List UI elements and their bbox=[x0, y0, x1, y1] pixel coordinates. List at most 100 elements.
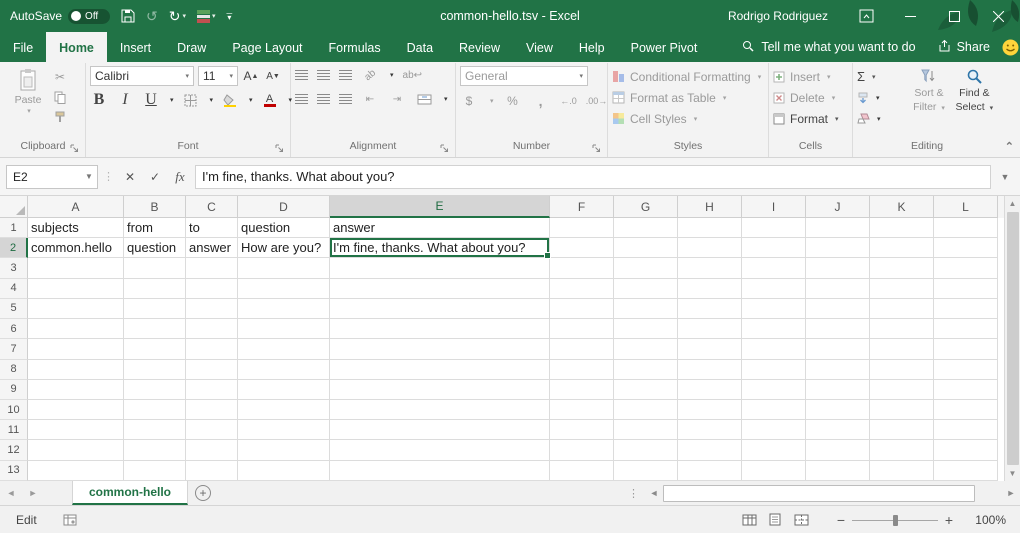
cell-L4[interactable] bbox=[934, 279, 998, 299]
cell-H13[interactable] bbox=[678, 461, 742, 481]
sort-filter-button[interactable]: Sort & Filter ▾ bbox=[906, 66, 951, 140]
cell-K11[interactable] bbox=[870, 420, 934, 440]
align-center-icon[interactable] bbox=[317, 94, 330, 104]
cell-E6[interactable] bbox=[330, 319, 550, 339]
cell-J6[interactable] bbox=[806, 319, 870, 339]
font-size-select[interactable]: 11▾ bbox=[198, 66, 238, 86]
cell-B3[interactable] bbox=[124, 258, 186, 278]
cell-I4[interactable] bbox=[742, 279, 806, 299]
font-dialog-launcher-icon[interactable] bbox=[275, 144, 285, 154]
bold-button[interactable]: B bbox=[90, 91, 108, 109]
cell-C10[interactable] bbox=[186, 400, 238, 420]
page-break-preview-icon[interactable] bbox=[790, 511, 812, 529]
cell-A6[interactable] bbox=[28, 319, 124, 339]
insert-function-button[interactable]: fx bbox=[170, 166, 190, 188]
decrease-indent-icon[interactable]: ⇤ bbox=[361, 90, 379, 108]
ribbon-tab-file[interactable]: File bbox=[0, 32, 46, 62]
undo-icon[interactable]: ↺ bbox=[146, 9, 158, 23]
vscroll-down-icon[interactable]: ▼ bbox=[1005, 466, 1020, 481]
cell-K1[interactable] bbox=[870, 218, 934, 238]
cell-B8[interactable] bbox=[124, 360, 186, 380]
cell-B2[interactable]: question bbox=[124, 238, 186, 258]
cell-G9[interactable] bbox=[614, 380, 678, 400]
cell-D11[interactable] bbox=[238, 420, 330, 440]
ribbon-tab-insert[interactable]: Insert bbox=[107, 32, 164, 62]
cell-H5[interactable] bbox=[678, 299, 742, 319]
add-sheet-button[interactable]: + bbox=[188, 481, 218, 505]
cell-D1[interactable]: question bbox=[238, 218, 330, 238]
align-top-icon[interactable] bbox=[295, 70, 308, 80]
cell-H7[interactable] bbox=[678, 339, 742, 359]
ribbon-tab-data[interactable]: Data bbox=[394, 32, 446, 62]
cell-B9[interactable] bbox=[124, 380, 186, 400]
cell-J12[interactable] bbox=[806, 440, 870, 460]
expand-formula-bar-icon[interactable]: ▼ bbox=[996, 172, 1014, 182]
cell-C4[interactable] bbox=[186, 279, 238, 299]
column-header-D[interactable]: D bbox=[238, 196, 330, 218]
cell-G8[interactable] bbox=[614, 360, 678, 380]
increase-font-size-icon[interactable]: A▲ bbox=[242, 67, 260, 85]
cell-D4[interactable] bbox=[238, 279, 330, 299]
cell-E10[interactable] bbox=[330, 400, 550, 420]
cell-D7[interactable] bbox=[238, 339, 330, 359]
cell-F12[interactable] bbox=[550, 440, 614, 460]
cell-K7[interactable] bbox=[870, 339, 934, 359]
cell-B10[interactable] bbox=[124, 400, 186, 420]
cell-K4[interactable] bbox=[870, 279, 934, 299]
cell-L12[interactable] bbox=[934, 440, 998, 460]
cell-L10[interactable] bbox=[934, 400, 998, 420]
cell-H12[interactable] bbox=[678, 440, 742, 460]
cell-J2[interactable] bbox=[806, 238, 870, 258]
align-bottom-icon[interactable] bbox=[339, 70, 352, 80]
cell-A11[interactable] bbox=[28, 420, 124, 440]
merge-center-icon[interactable] bbox=[415, 90, 433, 108]
vscroll-up-icon[interactable]: ▲ bbox=[1005, 196, 1020, 211]
ribbon-tab-home[interactable]: Home bbox=[46, 32, 107, 62]
row-header-8[interactable]: 8 bbox=[0, 360, 28, 380]
cell-J3[interactable] bbox=[806, 258, 870, 278]
cell-F4[interactable] bbox=[550, 279, 614, 299]
row-header-2[interactable]: 2 bbox=[0, 238, 28, 258]
cell-I2[interactable] bbox=[742, 238, 806, 258]
cell-G11[interactable] bbox=[614, 420, 678, 440]
cell-A3[interactable] bbox=[28, 258, 124, 278]
cell-A4[interactable] bbox=[28, 279, 124, 299]
cell-C2[interactable]: answer bbox=[186, 238, 238, 258]
cell-K6[interactable] bbox=[870, 319, 934, 339]
cell-B4[interactable] bbox=[124, 279, 186, 299]
cell-A2[interactable]: common.hello bbox=[28, 238, 124, 258]
cell-F3[interactable] bbox=[550, 258, 614, 278]
cell-E1[interactable]: answer bbox=[330, 218, 550, 238]
cell-G1[interactable] bbox=[614, 218, 678, 238]
cell-B5[interactable] bbox=[124, 299, 186, 319]
sheet-nav-right-icon[interactable]: ► bbox=[22, 481, 44, 505]
ribbon-tab-formulas[interactable]: Formulas bbox=[316, 32, 394, 62]
cell-H11[interactable] bbox=[678, 420, 742, 440]
cell-L13[interactable] bbox=[934, 461, 998, 481]
cell-E13[interactable] bbox=[330, 461, 550, 481]
cell-D6[interactable] bbox=[238, 319, 330, 339]
row-header-3[interactable]: 3 bbox=[0, 258, 28, 278]
row-header-12[interactable]: 12 bbox=[0, 440, 28, 460]
cell-E9[interactable] bbox=[330, 380, 550, 400]
orientation-caret-icon[interactable]: ▾ bbox=[390, 71, 394, 79]
cell-I6[interactable] bbox=[742, 319, 806, 339]
cell-B1[interactable]: from bbox=[124, 218, 186, 238]
row-header-10[interactable]: 10 bbox=[0, 400, 28, 420]
cell-F13[interactable] bbox=[550, 461, 614, 481]
row-header-11[interactable]: 11 bbox=[0, 420, 28, 440]
ribbon-tab-page-layout[interactable]: Page Layout bbox=[219, 32, 315, 62]
cell-G12[interactable] bbox=[614, 440, 678, 460]
wrap-text-icon[interactable]: ab↩ bbox=[403, 66, 423, 84]
cell-A12[interactable] bbox=[28, 440, 124, 460]
align-right-icon[interactable] bbox=[339, 94, 352, 104]
cell-D9[interactable] bbox=[238, 380, 330, 400]
cell-L9[interactable] bbox=[934, 380, 998, 400]
borders-caret-icon[interactable]: ▾ bbox=[210, 96, 214, 104]
cell-G2[interactable] bbox=[614, 238, 678, 258]
cell-C11[interactable] bbox=[186, 420, 238, 440]
horizontal-scrollbar[interactable]: ◄ ► bbox=[645, 481, 1020, 505]
cell-E12[interactable] bbox=[330, 440, 550, 460]
zoom-in-button[interactable]: + bbox=[942, 512, 956, 528]
cell-H1[interactable] bbox=[678, 218, 742, 238]
